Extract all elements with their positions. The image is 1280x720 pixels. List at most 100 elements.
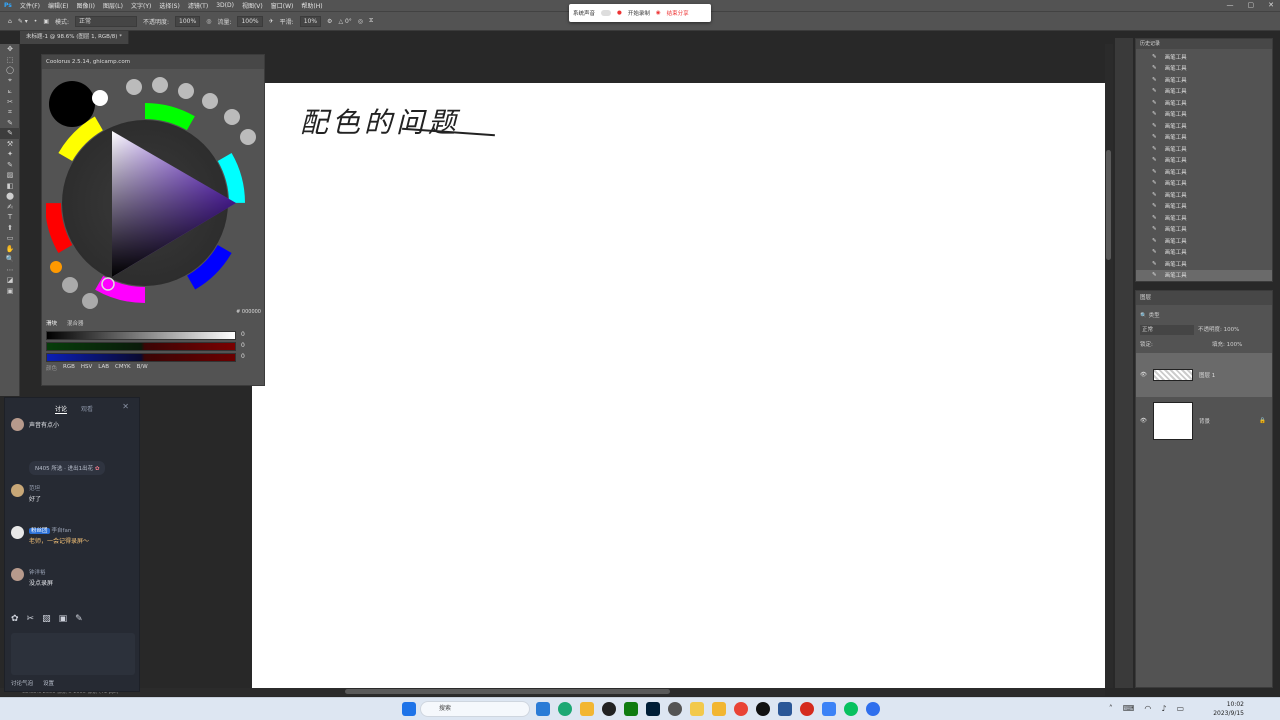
scissors-icon[interactable]: ✂ [27,614,35,624]
start-recording-button[interactable]: 开始录制 [628,9,650,17]
menu-item[interactable]: 图层(L) [99,1,127,10]
screen-icon[interactable]: ▣ [59,614,68,624]
quick-mask-icon[interactable]: ▣ [0,286,20,297]
end-share-button[interactable]: 结束分享 [667,9,689,17]
brush-settings-icon[interactable]: ▣ [43,18,49,25]
tab-sliders[interactable]: 滑块 [46,319,57,327]
healing-brush-icon[interactable]: ✎ [0,118,20,129]
history-item[interactable]: ✎ 画笔工具 [1136,97,1272,108]
symmetry-icon[interactable]: ⧖ [369,17,373,25]
document-tab[interactable]: 未标题-1 @ 98.6% (图层 1, RGB/8) * [20,31,129,44]
slider-1[interactable] [46,331,236,340]
close-button[interactable]: ✕ [1268,1,1274,9]
eraser-tool-icon[interactable]: ✎ [0,160,20,171]
history-item[interactable]: ✎ 画笔工具 [1136,212,1272,223]
color-wheel[interactable] [46,71,262,317]
history-item[interactable]: ✎ 画笔工具 [1136,155,1272,166]
layer-name[interactable]: 图层 1 [1199,371,1215,379]
home-icon[interactable]: ⌂ [8,18,12,25]
system-sound-toggle[interactable] [601,10,612,16]
bubble-toggle[interactable]: 讨论气泡 [11,679,33,687]
eye-icon[interactable]: 👁 [1140,418,1147,424]
vertical-scroll-thumb[interactable] [1106,150,1111,260]
brush-size[interactable]: • [34,18,38,25]
keyboard-icon[interactable]: ⌨ [1123,704,1135,713]
history-item[interactable]: ✎ 画笔工具 [1136,132,1272,143]
zoom-tool-icon[interactable]: 🔍 [0,254,20,265]
menu-item[interactable]: 视图(V) [238,1,267,10]
more-tools-icon[interactable]: ⋯ [0,265,20,276]
history-item[interactable]: ✎ 画笔工具 [1136,189,1272,200]
start-icon[interactable] [402,702,416,716]
battery-icon[interactable]: ▭ [1176,704,1184,713]
history-item[interactable]: ✎ 画笔工具 [1136,166,1272,177]
menu-item[interactable]: 3D(D) [212,2,238,9]
opacity-input[interactable]: 100% [175,15,201,27]
history-item[interactable]: ✎ 画笔工具 [1136,224,1272,235]
smoothing-input[interactable]: 10% [299,15,322,27]
minimize-button[interactable]: — [1227,1,1234,9]
menu-item[interactable]: 文字(Y) [127,1,155,10]
mode-rgb[interactable]: RGB [63,364,75,372]
chevron-up-icon[interactable]: ˄ [1109,704,1113,713]
palette-icon-5[interactable] [224,109,240,125]
stamp-tool-icon[interactable]: ⚒ [0,139,20,150]
notes-icon[interactable] [712,702,726,716]
menu-item[interactable]: 编辑(E) [44,1,72,10]
dodge-tool-icon[interactable]: ⬤ [0,191,20,202]
history-item[interactable]: ✎ 画笔工具 [1136,51,1272,62]
hex-value[interactable]: # 000000 [236,309,261,315]
clock[interactable]: 10:02 2023/9/15 [1213,700,1244,718]
app-icon[interactable] [866,702,880,716]
pen-tool-icon[interactable]: ✍ [0,202,20,213]
menu-item[interactable]: 滤镜(T) [184,1,212,10]
word-icon[interactable] [778,702,792,716]
maximize-button[interactable]: ▢ [1248,1,1255,9]
brush-tool-icon[interactable]: ✎ [0,128,20,139]
blend-mode-select[interactable]: 正常 [1140,325,1194,335]
xbox-icon[interactable] [624,702,638,716]
app-icon[interactable] [822,702,836,716]
tab-discussion[interactable]: 讨论 [55,404,68,414]
chat-input[interactable] [11,633,135,675]
object-select-icon[interactable]: ⌖ [0,76,20,87]
history-item[interactable]: ✎ 画笔工具 [1136,63,1272,74]
tab-mixer[interactable]: 混合器 [67,319,84,327]
menu-item[interactable]: 图像(I) [73,1,99,10]
lasso-tool-icon[interactable]: ◯ [0,65,20,76]
brush-preset-icon[interactable]: ✎ ▾ [18,18,28,25]
menu-item[interactable]: 帮助(H) [297,1,326,10]
palette-icon-3[interactable] [178,83,194,99]
history-item[interactable]: ✎ 画笔工具 [1136,178,1272,189]
menu-item[interactable]: 窗口(W) [267,1,298,10]
slider-3-value[interactable]: 0 [241,353,245,360]
flow-input[interactable]: 100% [237,15,263,27]
palette-icon-2[interactable] [152,77,168,93]
filter-kind[interactable]: 🔍 类型 [1140,311,1160,319]
layer-opacity-value[interactable]: 100% [1224,327,1240,333]
wifi-icon[interactable]: ◠ [1144,704,1151,713]
mode-hsv[interactable]: HSV [81,364,92,372]
angle-input[interactable]: △ 0° [338,18,351,25]
mode-cmyk[interactable]: CMYK [115,364,131,372]
history-brush-icon[interactable]: ✦ [0,149,20,160]
hand-tool-icon[interactable]: ✋ [0,244,20,255]
qq-icon[interactable] [756,702,770,716]
blur-tool-icon[interactable]: ◧ [0,181,20,192]
gear-icon[interactable]: ⚙ [327,18,332,25]
palette-icon-4[interactable] [202,93,218,109]
layer-name[interactable]: 背景 [1199,417,1210,425]
path-select-icon[interactable]: ⬆ [0,223,20,234]
photoshop-icon[interactable] [646,702,660,716]
triangle-mode-icon[interactable] [62,277,78,293]
gift-icon[interactable]: ✿ [11,614,19,624]
history-item[interactable]: ✎ 画笔工具 [1136,269,1272,281]
history-item[interactable]: ✎ 画笔工具 [1136,247,1272,258]
move-tool-icon[interactable]: ✥ [0,44,20,55]
history-item[interactable]: ✎ 画笔工具 [1136,74,1272,85]
eye-icon[interactable]: 👁 [1140,372,1147,378]
chrome-icon[interactable] [734,702,748,716]
history-item[interactable]: ✎ 画笔工具 [1136,143,1272,154]
edge-icon[interactable] [558,702,572,716]
mode-color[interactable]: 颜色 [46,364,57,372]
